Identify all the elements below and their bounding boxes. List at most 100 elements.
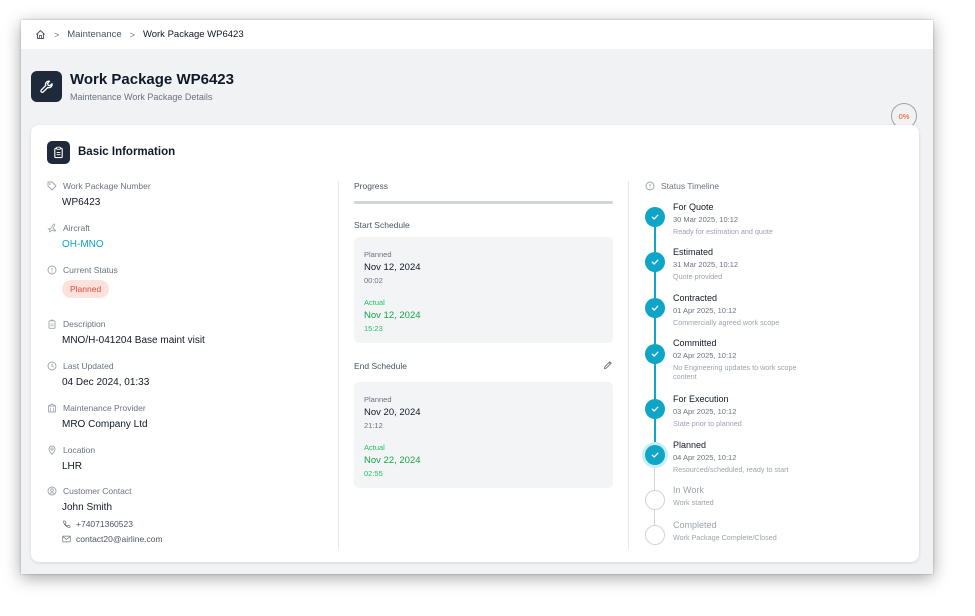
timeline-item-desc: State prior to planned: [673, 419, 742, 428]
timeline-item-desc: Resourced/scheduled, ready to start: [673, 465, 789, 474]
contact-email[interactable]: contact20@airline.com: [62, 534, 163, 544]
timeline-item-date: 31 Mar 2025, 10:12: [673, 260, 739, 269]
map-pin-icon: [47, 445, 57, 455]
contact-email-text: contact20@airline.com: [76, 534, 163, 544]
chevron-right-icon: >: [54, 29, 60, 40]
status-badge: Planned: [62, 280, 110, 298]
timeline-item-date: 30 Mar 2025, 10:12: [673, 215, 739, 224]
check-icon: [645, 298, 665, 318]
mail-icon: [62, 535, 71, 543]
field-value: MRO Company Ltd: [62, 419, 148, 430]
column-divider: [628, 181, 629, 549]
empty-circle-icon: [645, 490, 665, 510]
timeline-label: Status Timeline: [661, 181, 720, 191]
timeline-item-title: For Execution: [673, 394, 729, 404]
planned-label: Planned: [364, 250, 392, 259]
field-label: Last Updated: [63, 361, 114, 371]
timeline-item-title: Estimated: [673, 247, 714, 257]
planned-date: Nov 12, 2024: [364, 262, 421, 273]
check-icon: [645, 445, 665, 465]
breadcrumb-current: Work Package WP6423: [142, 29, 244, 40]
end-schedule-section: End Schedule Planned Nov 20, 2024 21:12 …: [354, 357, 613, 488]
start-schedule-section: Start Schedule Planned Nov 12, 2024 00:0…: [354, 220, 613, 343]
info-circle-icon: [645, 181, 655, 191]
check-icon: [645, 399, 665, 419]
field-label: Work Package Number: [63, 181, 151, 191]
timeline-item-desc: Quote provided: [673, 272, 723, 281]
field-work-package-number: Work Package Number WP6423: [47, 181, 151, 208]
timeline-item-date: 02 Apr 2025, 10:12: [673, 351, 737, 360]
field-value: MNO/H-041204 Base maint visit: [62, 335, 205, 346]
timeline-connector-done: [654, 213, 656, 458]
actual-date: Nov 22, 2024: [364, 455, 421, 466]
field-label: Location: [63, 445, 96, 455]
timeline-item-desc: Work Package Complete/Closed: [673, 533, 777, 542]
start-schedule-label: Start Schedule: [354, 220, 410, 230]
check-icon: [645, 252, 665, 272]
field-last-updated: Last Updated 04 Dec 2024, 01:33: [47, 361, 149, 388]
contact-phone[interactable]: +74071360523: [62, 519, 163, 529]
clipboard-icon: [47, 319, 57, 329]
contact-phone-text: +74071360523: [76, 519, 133, 529]
breadcrumb-maintenance[interactable]: Maintenance: [67, 29, 121, 40]
wrench-icon: [31, 71, 62, 102]
progress-percent-text: 0%: [898, 111, 910, 121]
progress-bar: [354, 201, 613, 204]
info-circle-icon: [47, 265, 57, 275]
user-circle-icon: [47, 486, 57, 496]
field-label: Maintenance Provider: [63, 403, 146, 413]
timeline-item-date: 01 Apr 2025, 10:12: [673, 306, 737, 315]
aircraft-link[interactable]: OH-MNO: [62, 239, 104, 250]
planned-date: Nov 20, 2024: [364, 407, 421, 418]
timeline-item-title: Completed: [673, 520, 717, 530]
actual-time: 15:23: [364, 324, 383, 333]
edit-pencil-icon[interactable]: [603, 357, 613, 375]
actual-block: Actual Nov 22, 2024 02:55: [364, 443, 603, 478]
start-schedule-box: Planned Nov 12, 2024 00:02 Actual Nov 12…: [354, 237, 613, 343]
progress-section: Progress: [354, 181, 613, 204]
timeline-item-title: In Work: [673, 485, 704, 495]
timeline-item-desc: Ready for estimation and quote: [673, 227, 773, 236]
clipboard-icon: [47, 141, 70, 164]
end-schedule-header: End Schedule: [354, 357, 613, 375]
planned-time: 21:12: [364, 421, 383, 430]
field-value: 04 Dec 2024, 01:33: [62, 377, 150, 388]
timeline-item-title: Committed: [673, 338, 717, 348]
page-subtitle: Maintenance Work Package Details: [70, 92, 213, 102]
home-icon[interactable]: [35, 29, 46, 40]
planned-label: Planned: [364, 395, 392, 404]
timeline-item-date: 04 Apr 2025, 10:12: [673, 453, 737, 462]
field-customer-contact: Customer Contact John Smith +74071360523…: [47, 486, 163, 544]
actual-label: Actual: [364, 298, 385, 307]
plane-icon: [47, 223, 57, 233]
field-location: Location LHR: [47, 445, 95, 472]
building-icon: [47, 403, 57, 413]
phone-icon: [62, 520, 71, 529]
field-value: LHR: [62, 461, 83, 472]
tag-icon: [47, 181, 57, 191]
field-description: Description MNO/H-041204 Base maint visi…: [47, 319, 205, 346]
clock-icon: [47, 361, 57, 371]
card-title: Basic Information: [78, 146, 176, 158]
end-schedule-box: Planned Nov 20, 2024 21:12 Actual Nov 22…: [354, 382, 613, 488]
check-icon: [645, 207, 665, 227]
breadcrumb: > Maintenance > Work Package WP6423: [21, 20, 933, 49]
timeline-item-desc: Work started: [673, 498, 714, 507]
field-label: Customer Contact: [63, 486, 132, 496]
timeline-item-desc: No Engineering updates to work scope con…: [673, 363, 797, 382]
timeline-item-title: Contracted: [673, 293, 718, 303]
field-maintenance-provider: Maintenance Provider MRO Company Ltd: [47, 403, 148, 430]
timeline-item-date: 03 Apr 2025, 10:12: [673, 407, 737, 416]
contact-name: John Smith: [62, 502, 113, 513]
field-current-status: Current Status Planned: [47, 265, 118, 298]
field-label: Description: [63, 319, 106, 329]
planned-time: 00:02: [364, 276, 383, 285]
end-schedule-label: End Schedule: [354, 361, 407, 371]
status-timeline-header: Status Timeline: [645, 181, 905, 191]
empty-circle-icon: [645, 525, 665, 545]
field-aircraft: Aircraft OH-MNO: [47, 223, 104, 250]
check-icon: [645, 344, 665, 364]
timeline-item-title: Planned: [673, 440, 707, 450]
actual-date: Nov 12, 2024: [364, 310, 421, 321]
actual-time: 02:55: [364, 469, 383, 478]
